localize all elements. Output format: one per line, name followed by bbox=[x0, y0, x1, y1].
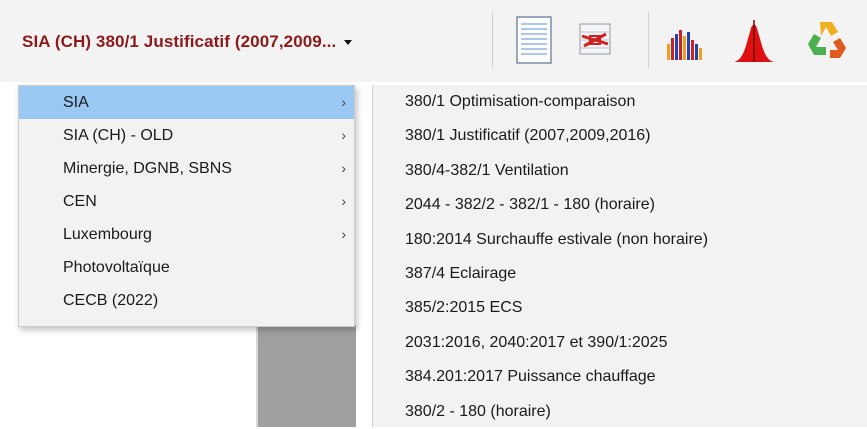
chevron-right-icon: › bbox=[341, 94, 346, 110]
menu-item-label: CECB (2022) bbox=[63, 292, 159, 309]
submenu-item[interactable]: 380/1 Justificatif (2007,2009,2016) bbox=[373, 119, 867, 153]
combo-value: SIA (CH) 380/1 Justificatif (2007,2009..… bbox=[22, 32, 337, 51]
submenu-item[interactable]: 387/4 Eclairage bbox=[373, 257, 867, 291]
submenu-item[interactable]: 380/1 Optimisation-comparaison bbox=[373, 85, 867, 119]
menu-item-cecb[interactable]: CECB (2022) bbox=[19, 284, 354, 317]
chevron-right-icon: › bbox=[341, 127, 346, 143]
menu-item-cen[interactable]: CEN › bbox=[19, 185, 354, 218]
submenu-item[interactable]: 2031:2016, 2040:2017 et 390/1:2025 bbox=[373, 326, 867, 360]
menu-item-label: Minergie, DGNB, SBNS bbox=[63, 160, 232, 177]
toolbar-separator bbox=[648, 12, 649, 68]
submenu-item[interactable]: 180:2014 Surchauffe estivale (non horair… bbox=[373, 223, 867, 257]
notepad-icon[interactable] bbox=[512, 14, 556, 66]
submenu-item[interactable]: 385/2:2015 ECS bbox=[373, 291, 867, 325]
dropdown-arrow-icon[interactable] bbox=[344, 39, 353, 45]
menu-item-luxembourg[interactable]: Luxembourg › bbox=[19, 218, 354, 251]
menu-item-label: Photovoltaïque bbox=[63, 259, 170, 276]
chevron-right-icon: › bbox=[341, 226, 346, 242]
bar-chart-icon[interactable] bbox=[664, 14, 708, 66]
submenu-item[interactable]: 380/4-382/1 Ventilation bbox=[373, 154, 867, 188]
chevron-right-icon: › bbox=[341, 193, 346, 209]
chevron-right-icon: › bbox=[341, 160, 346, 176]
menu-item-label: SIA bbox=[63, 94, 89, 111]
submenu-item[interactable]: 380/2 - 180 (horaire) bbox=[373, 395, 867, 429]
distribution-peak-icon[interactable] bbox=[732, 14, 776, 66]
menu-item-minergie[interactable]: Minergie, DGNB, SBNS › bbox=[19, 152, 354, 185]
toolbar: SIA (CH) 380/1 Justificatif (2007,2009..… bbox=[0, 0, 867, 82]
submenu-item[interactable]: 2044 - 382/2 - 382/1 - 180 (horaire) bbox=[373, 188, 867, 222]
menu-item-label: CEN bbox=[63, 193, 97, 210]
recycle-icon[interactable] bbox=[800, 14, 846, 66]
menu-item-sia-ch-old[interactable]: SIA (CH) - OLD › bbox=[19, 119, 354, 152]
calculation-type-combobox[interactable]: SIA (CH) 380/1 Justificatif (2007,2009..… bbox=[22, 24, 482, 60]
menu-item-sia[interactable]: SIA › bbox=[19, 86, 354, 119]
background-gray-area bbox=[256, 325, 356, 427]
toolbar-separator bbox=[492, 12, 493, 68]
sia-submenu: 380/1 Optimisation-comparaison 380/1 Jus… bbox=[372, 85, 867, 427]
background-column bbox=[356, 82, 372, 427]
submenu-item[interactable]: 384.201:2017 Puissance chauffage bbox=[373, 360, 867, 394]
background-panel bbox=[0, 82, 18, 427]
floorplan-icon[interactable] bbox=[574, 14, 618, 66]
background-divider bbox=[256, 325, 258, 427]
menu-item-label: SIA (CH) - OLD bbox=[63, 127, 174, 144]
menu-item-photovoltaique[interactable]: Photovoltaïque bbox=[19, 251, 354, 284]
menu-item-label: Luxembourg bbox=[63, 226, 152, 243]
standards-menu: SIA › SIA (CH) - OLD › Minergie, DGNB, S… bbox=[18, 85, 355, 327]
